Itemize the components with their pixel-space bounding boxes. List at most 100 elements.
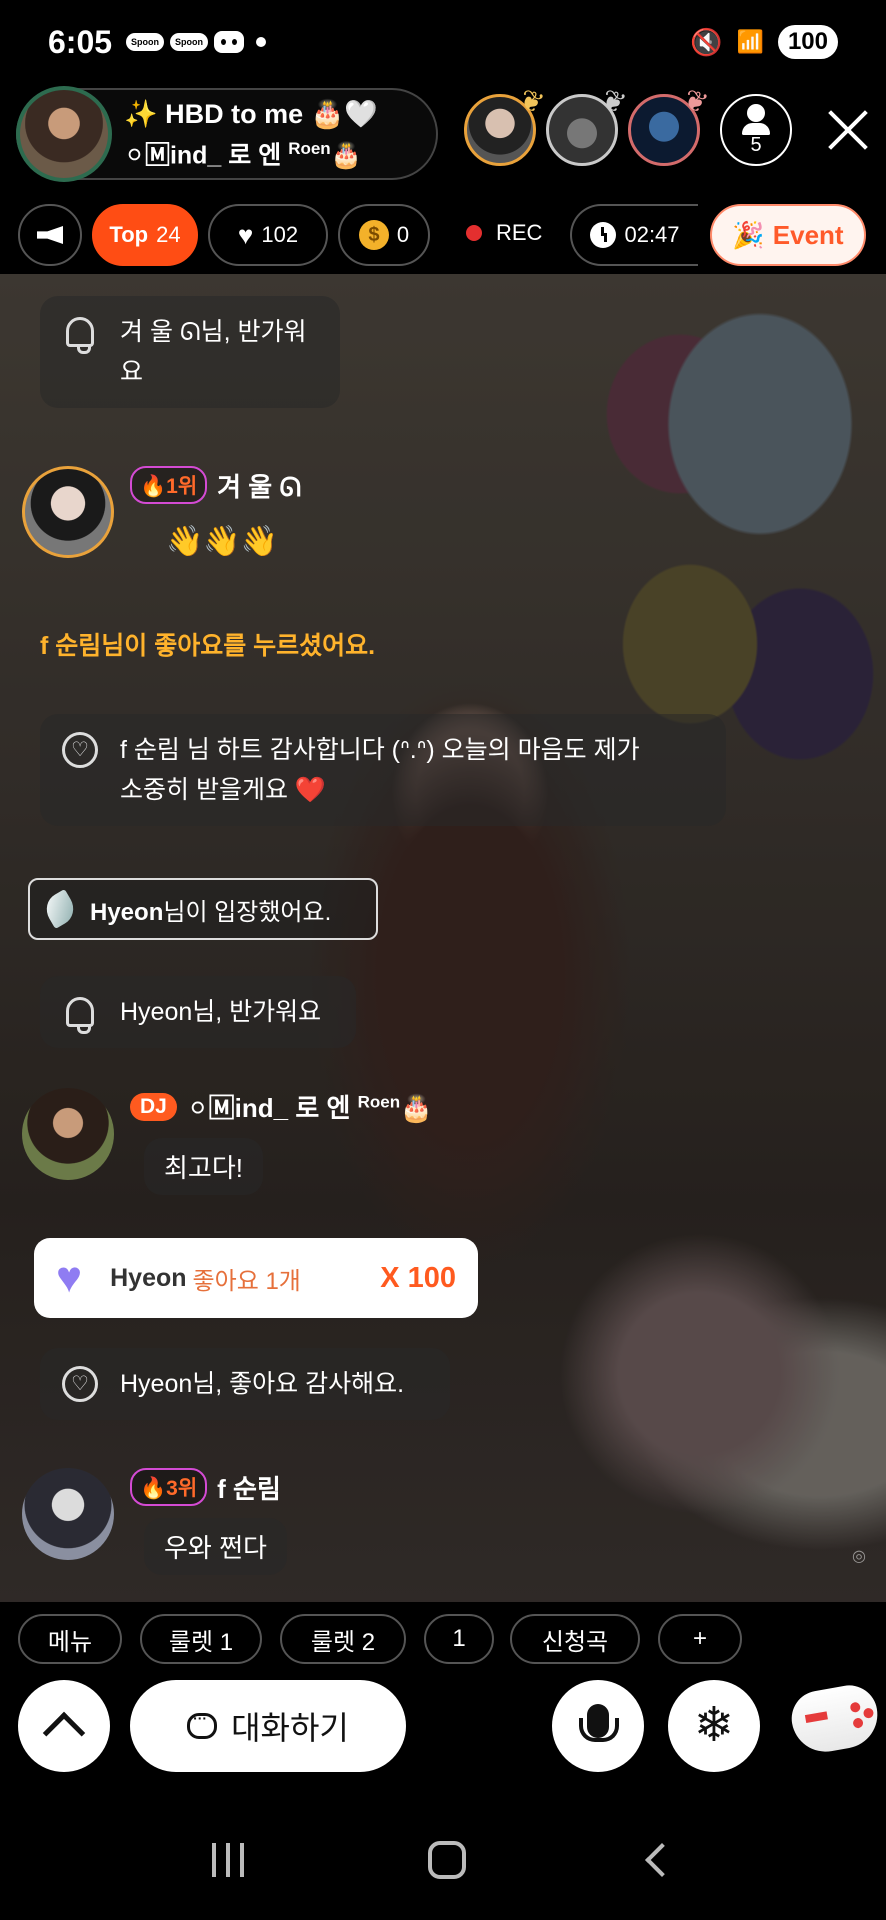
gift-text: 좋아요 1개	[192, 1267, 301, 1295]
chat-message: DJ ⚪🄼ind_ 로 엔 Roen🎂 최고다!	[22, 1088, 522, 1198]
host-avatar[interactable]	[16, 86, 112, 182]
feather-icon	[40, 889, 80, 929]
user-name[interactable]: 겨 울 ᘏ	[217, 467, 301, 504]
mute-icon: 🔇	[690, 26, 723, 57]
add-quick-button[interactable]: +	[658, 1614, 742, 1664]
home-button[interactable]	[428, 1841, 466, 1879]
top-fan-avatar-3[interactable]: ❦	[628, 83, 712, 166]
gamepad-icon[interactable]	[787, 1681, 883, 1757]
top-fan-avatar-2[interactable]: ❦	[546, 83, 630, 166]
party-popper-icon: 🎉	[732, 219, 765, 250]
user-avatar[interactable]	[22, 1088, 114, 1180]
close-button[interactable]	[824, 104, 874, 154]
chat-message: 🔥3위 f 순림 우와 쩐다	[22, 1468, 422, 1578]
message-text: 우와 쩐다	[144, 1518, 287, 1575]
message-text: 겨 울 ᘏ님, 반가워요	[120, 318, 307, 386]
wing-badge-icon: ❦	[514, 82, 548, 121]
message-text: Hyeon님, 반가워요	[120, 998, 322, 1026]
back-button[interactable]	[645, 1843, 679, 1877]
enter-notice: Hyeon님이 입장했어요.	[28, 878, 378, 940]
bottom-controls: 대화하기 ❄	[0, 1676, 886, 1776]
battery-indicator: 100	[777, 25, 838, 59]
likes-count: 102	[261, 222, 299, 247]
event-button[interactable]: 🎉 Event	[710, 204, 866, 266]
gift-user: Hyeon	[110, 1263, 187, 1292]
message-header: 🔥3위 f 순림	[130, 1468, 281, 1506]
record-dot-icon	[466, 225, 482, 241]
gift-banner: ♥ Hyeon 좋아요 1개 X 100	[34, 1238, 478, 1318]
top-fan-avatar-1[interactable]: ❦	[464, 83, 548, 166]
mic-button[interactable]	[552, 1680, 644, 1772]
chat-message: 🔥1위 겨 울 ᘏ 👋👋👋	[22, 466, 422, 586]
megaphone-icon	[37, 226, 63, 244]
wing-badge-icon: ❦	[678, 82, 712, 121]
message-text: 최고다!	[144, 1138, 263, 1195]
user-name[interactable]: f 순림	[217, 1469, 281, 1506]
heart-outline-icon: ♡	[60, 1364, 100, 1404]
snowflake-icon: ❄	[693, 1699, 735, 1752]
coins-button[interactable]: $0	[338, 204, 430, 266]
host-card[interactable]: ✨ HBD to me 🎂🤍 ⚪🄼ind_ 로 엔 Roen🎂	[16, 86, 438, 182]
more-notifications-dot	[256, 37, 267, 47]
user-name[interactable]: ⚪🄼ind_ 로 엔 Roen🎂	[187, 1088, 433, 1125]
bell-icon	[60, 992, 100, 1034]
heart-outline-icon: ♡	[60, 730, 100, 770]
user-avatar[interactable]	[22, 1468, 114, 1560]
recents-button[interactable]	[212, 1843, 244, 1877]
dj-badge: DJ	[130, 1092, 177, 1121]
roulette-1-button[interactable]: 룰렛 1	[140, 1614, 262, 1664]
chat-bubble-icon	[187, 1710, 218, 1739]
enter-text: Hyeon님이 입장했어요.	[90, 898, 332, 926]
quick-menu-button[interactable]: 메뉴	[18, 1614, 122, 1664]
timer: 02:47	[570, 204, 698, 266]
quick-button-row: 메뉴 룰렛 1 룰렛 2 1 신청곡 +	[0, 1612, 886, 1668]
spoon-notification-icon-2: Spoon	[170, 33, 209, 51]
roulette-2-button[interactable]: 룰렛 2	[280, 1614, 406, 1664]
event-label: Event	[772, 219, 844, 250]
rank-badge: 🔥3위	[130, 1468, 208, 1506]
bell-icon	[60, 312, 100, 354]
message-text: 👋👋👋	[166, 525, 279, 558]
wifi-icon: 📶	[736, 29, 764, 54]
room-title: ✨ HBD to me 🎂🤍	[124, 98, 378, 129]
listeners-button[interactable]: 5	[720, 94, 792, 166]
gift-multiplier: X 100	[380, 1261, 456, 1294]
freeze-button[interactable]: ❄	[668, 1680, 760, 1772]
coins-count: 0	[396, 222, 410, 247]
mic-icon	[579, 1704, 619, 1742]
quick-1-button[interactable]: 1	[424, 1614, 494, 1664]
welcome-message: Hyeon님, 반가워요	[40, 976, 356, 1048]
heart-icon: ♥	[237, 219, 254, 250]
live-header: ✨ HBD to me 🎂🤍 ⚪🄼ind_ 로 엔 Roen🎂 ❦ ❦ ❦ 5	[0, 83, 886, 184]
message-header: DJ ⚪🄼ind_ 로 엔 Roen🎂	[130, 1088, 433, 1125]
status-time: 6:05	[48, 23, 113, 60]
chat-input-button[interactable]: 대화하기	[130, 1680, 406, 1772]
user-avatar[interactable]	[22, 466, 114, 558]
host-name: ⚪🄼ind_ 로 엔 Roen🎂	[124, 138, 362, 170]
purple-heart-icon: ♥	[56, 1253, 83, 1302]
listener-count: 5	[750, 133, 762, 156]
clock-icon	[590, 222, 617, 248]
top-fans: ❦ ❦ ❦	[464, 83, 712, 166]
rec-indicator: REC	[466, 220, 542, 246]
chat-button-label: 대화하기	[231, 1710, 349, 1746]
system-nav-bar	[0, 1800, 886, 1920]
message-text: f 순림 님 하트 감사합니다 (ᐢ.ᐢ) 오늘의 마음도 제가 소중히 받을게요…	[120, 736, 640, 804]
rank-badge: 🔥1위	[130, 466, 208, 504]
likes-button[interactable]: ♥ 102	[208, 204, 328, 266]
announcement-button[interactable]	[18, 204, 82, 266]
thanks-message: ♡ Hyeon님, 좋아요 감사해요.	[40, 1348, 450, 1420]
message-text: Hyeon님, 좋아요 감사해요.	[120, 1370, 405, 1398]
top-label: Top	[109, 222, 149, 247]
wing-badge-icon: ❦	[596, 82, 630, 121]
expand-button[interactable]	[18, 1680, 110, 1772]
status-bar: 6:05 Spoon Spoon 🔇 📶 100	[0, 0, 886, 84]
live-info-bar: Top 24 ♥ 102 $0 REC 02:47 🎉 Event	[0, 200, 886, 270]
top-ranking-button[interactable]: Top 24	[92, 204, 198, 266]
person-icon	[742, 103, 770, 135]
rec-label: REC	[496, 220, 543, 245]
thanks-message: ♡ f 순림 님 하트 감사합니다 (ᐢ.ᐢ) 오늘의 마음도 제가 소중히 받을…	[40, 714, 726, 826]
spoon-notification-icon: Spoon	[126, 33, 165, 51]
song-request-button[interactable]: 신청곡	[510, 1614, 640, 1664]
watermark: ◎	[852, 1548, 866, 1565]
